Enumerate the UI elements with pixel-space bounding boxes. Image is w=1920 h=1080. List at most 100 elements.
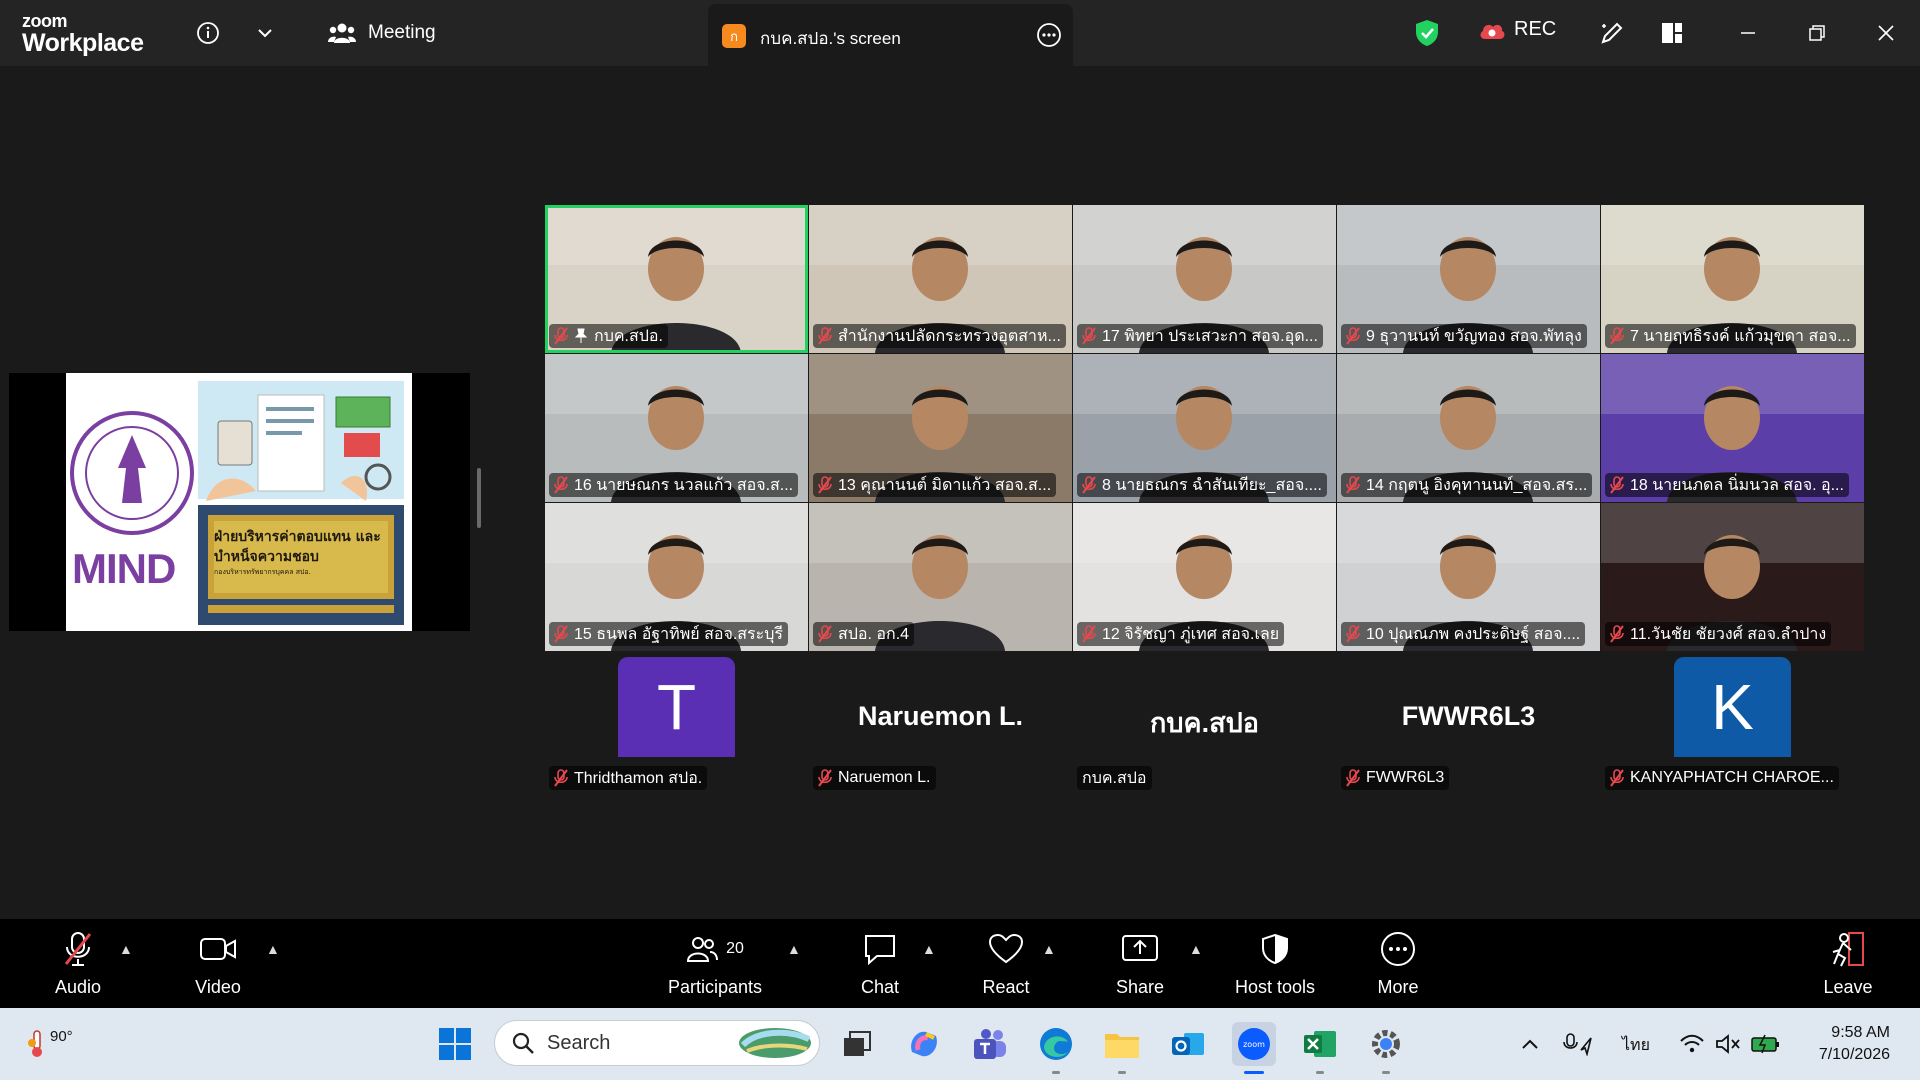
audio-button[interactable]: Audio xyxy=(50,927,106,1003)
video-options-chevron-icon[interactable]: ▲ xyxy=(266,941,280,957)
teams-icon[interactable] xyxy=(968,1022,1012,1066)
participant-video-tile[interactable]: 8 นายธณกร ฉำสันเทียะ_สอจ.... xyxy=(1073,354,1336,502)
weather-temp: 90° xyxy=(50,1027,73,1045)
participant-video-tile[interactable]: 10 ปุณณภพ คงประดิษฐ์ สอจ.... xyxy=(1337,503,1600,651)
rec-label: REC xyxy=(1514,18,1557,40)
participant-video-tile[interactable]: 18 นายนภดล นิ่มนวล สอจ. อุ... xyxy=(1601,354,1864,502)
participant-video-tile[interactable]: 9 ธุวานนท์ ขวัญทอง สอจ.พัทลุง xyxy=(1337,205,1600,353)
panel-resize-handle[interactable] xyxy=(477,468,481,528)
copilot-icon[interactable] xyxy=(902,1022,946,1066)
participant-video-tile[interactable]: 7 นายฤทธิรงค์ แก้วมุขดา สอจ... xyxy=(1601,205,1864,353)
layout-view-icon[interactable] xyxy=(1655,16,1689,50)
mic-muted-icon xyxy=(1346,476,1360,494)
shared-screen-view[interactable]: MIND ฝ่ายบริหารค่าตอบแทน และ บำหน็จความช… xyxy=(9,373,470,631)
participant-video-tile[interactable]: 17 พิทยา ประเสวะกา สอจ.อุด... xyxy=(1073,205,1336,353)
outlook-icon[interactable] xyxy=(1166,1022,1210,1066)
participant-name-tile[interactable]: K KANYAPHATCH CHAROE... xyxy=(1601,657,1864,797)
participant-name: กบค.สปอ xyxy=(1082,769,1147,787)
slide-title-box: ฝ่ายบริหารค่าตอบแทน และ บำหน็จความชอบ กอ… xyxy=(214,527,388,577)
participant-name-label: 10 ปุณณภพ คงประดิษฐ์ สอจ.... xyxy=(1341,622,1586,646)
participant-name-label: สำนักงานปลัดกระทรวงอุตสาห... xyxy=(813,324,1066,348)
logo-top-text: zoom xyxy=(22,11,68,31)
participant-name-label: 12 จิรัชญา ภู่เทศ สอจ.เลย xyxy=(1077,622,1285,646)
windows-start-icon[interactable] xyxy=(433,1022,477,1066)
participant-name-tile[interactable]: T Thridthamon สปอ. xyxy=(545,657,808,797)
participant-name: KANYAPHATCH CHAROE... xyxy=(1630,769,1834,786)
participants-button[interactable]: 20 Participants xyxy=(662,927,768,1003)
participant-name-label: FWWR6L3 xyxy=(1341,766,1450,790)
restore-window-icon[interactable] xyxy=(1800,16,1834,50)
more-options-icon[interactable] xyxy=(1035,21,1063,54)
info-icon[interactable] xyxy=(191,16,225,50)
participant-video-tile[interactable]: 15 ธนพล อัฐาทิพย์ สอจ.สระบุรี xyxy=(545,503,808,651)
participants-options-chevron-icon[interactable]: ▲ xyxy=(787,941,801,957)
participant-name-tile[interactable]: กบค.สปอ กบค.สปอ xyxy=(1073,657,1336,797)
participant-display-name: กบค.สปอ xyxy=(1150,708,1259,738)
participants-count: 20 xyxy=(726,940,744,957)
host-tools-button[interactable]: Host tools xyxy=(1225,927,1325,1003)
record-button[interactable]: REC xyxy=(1478,18,1556,41)
zoom-taskbar-icon[interactable]: zoom xyxy=(1232,1022,1276,1074)
participant-name-tile[interactable]: FWWR6L3 FWWR6L3 xyxy=(1337,657,1600,797)
participant-name-tile[interactable]: Naruemon L. Naruemon L. xyxy=(809,657,1072,797)
leave-button[interactable]: Leave xyxy=(1820,927,1876,1003)
task-view-icon[interactable] xyxy=(835,1022,879,1066)
audio-options-chevron-icon[interactable]: ▲ xyxy=(119,941,133,957)
react-options-chevron-icon[interactable]: ▲ xyxy=(1042,941,1056,957)
sharer-badge: ก xyxy=(722,24,746,48)
participant-name: Naruemon L. xyxy=(838,769,931,786)
participant-video-tile[interactable]: 14 กฤตนู อิงคุทานนท์_สอจ.สร... xyxy=(1337,354,1600,502)
participant-name-label: กบค.สปอ xyxy=(1077,766,1152,790)
mic-muted-icon xyxy=(63,927,93,971)
mic-muted-icon xyxy=(1346,327,1360,345)
title-bar: zoom Workplace Meeting ก กบค.สปอ.'s scre… xyxy=(0,0,1920,66)
participant-name: 7 นายฤทธิรงค์ แก้วมุขดา สอจ... xyxy=(1630,327,1851,345)
settings-gear-icon[interactable] xyxy=(1364,1022,1408,1074)
minimize-icon[interactable] xyxy=(1731,16,1765,50)
participant-video-tile[interactable]: 16 นายษณกร นวลแก้ว สอจ.ส... xyxy=(545,354,808,502)
mic-location-tray-icon[interactable] xyxy=(1556,1022,1600,1066)
react-button[interactable]: React xyxy=(978,927,1034,1003)
leave-label: Leave xyxy=(1823,977,1873,997)
close-icon[interactable] xyxy=(1869,16,1903,50)
share-options-chevron-icon[interactable]: ▲ xyxy=(1189,941,1203,957)
mic-muted-icon xyxy=(554,476,568,494)
pin-icon xyxy=(574,328,588,343)
security-shield-icon[interactable] xyxy=(1410,16,1444,50)
participant-video-tile[interactable]: 12 จิรัชญา ภู่เทศ สอจ.เลย xyxy=(1073,503,1336,651)
audio-label: Audio xyxy=(54,977,102,997)
participant-name: สปอ. อก.4 xyxy=(838,625,910,643)
excel-icon[interactable] xyxy=(1298,1022,1342,1074)
cloud-record-icon xyxy=(1480,24,1505,39)
tray-overflow-chevron-icon[interactable] xyxy=(1508,1022,1552,1066)
weather-widget[interactable]: 90° xyxy=(28,1022,88,1066)
input-language-indicator[interactable]: ไทย xyxy=(1622,1033,1650,1058)
battery-charging-icon[interactable] xyxy=(1744,1022,1788,1066)
more-button[interactable]: More xyxy=(1370,927,1426,1003)
chat-options-chevron-icon[interactable]: ▲ xyxy=(922,941,936,957)
shared-screen-tab[interactable]: ก กบค.สปอ.'s screen xyxy=(708,4,1073,66)
file-explorer-icon[interactable] xyxy=(1100,1022,1144,1074)
edge-browser-icon[interactable] xyxy=(1034,1022,1078,1074)
share-button[interactable]: Share xyxy=(1112,927,1168,1003)
taskbar-clock[interactable]: 9:58 AM 7/10/2026 xyxy=(1819,1022,1890,1066)
annotate-pen-icon[interactable] xyxy=(1595,16,1629,50)
clock-date: 7/10/2026 xyxy=(1818,1046,1890,1063)
participant-name-label: KANYAPHATCH CHAROE... xyxy=(1605,766,1839,790)
participant-video-tile[interactable]: กบค.สปอ. xyxy=(545,205,808,353)
video-button[interactable]: Video xyxy=(190,927,246,1003)
participant-video-tile[interactable]: 13 คุณานนต์ มิดาแก้ว สอจ.ส... xyxy=(809,354,1072,502)
participant-video-tile[interactable]: สำนักงานปลัดกระทรวงอุตสาห... xyxy=(809,205,1072,353)
participant-name: สำนักงานปลัดกระทรวงอุตสาห... xyxy=(838,327,1061,345)
taskbar-search-box[interactable]: Search xyxy=(494,1020,820,1066)
meeting-button[interactable]: Meeting xyxy=(328,14,436,52)
participant-video-tile[interactable]: 11.วันชัย ชัยวงศ์ สอจ.ลำปาง xyxy=(1601,503,1864,651)
mic-muted-icon xyxy=(1610,769,1624,787)
share-screen-icon xyxy=(1121,927,1159,971)
share-label: Share xyxy=(1115,977,1165,997)
participant-name: 18 นายนภดล นิ่มนวล สอจ. อุ... xyxy=(1630,476,1844,494)
participant-name-label: Naruemon L. xyxy=(813,766,936,790)
chevron-down-icon[interactable] xyxy=(248,16,282,50)
chat-button[interactable]: Chat xyxy=(852,927,908,1003)
participant-video-tile[interactable]: สปอ. อก.4 xyxy=(809,503,1072,651)
